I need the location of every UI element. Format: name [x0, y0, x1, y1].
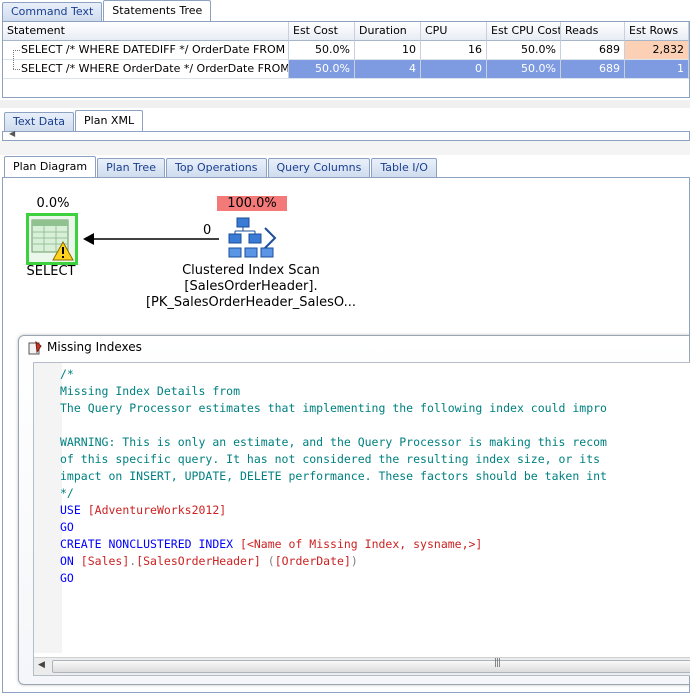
scroll-left-icon[interactable]: ◀	[38, 660, 45, 670]
reads-cell: 689	[561, 60, 625, 79]
est-cpu-cost-cell: 50.0%	[487, 41, 561, 60]
top-tabstrip: Command Text Statements Tree	[2, 0, 212, 21]
est-cpu-cost-cell: 50.0%	[487, 60, 561, 79]
statement-cell: SELECT /* WHERE DATEDIFF */ OrderDate FR…	[3, 41, 289, 60]
scroll-left-icon[interactable]: ◀	[9, 129, 15, 138]
arrow-row-count: 0	[203, 223, 212, 238]
column-header-statement[interactable]: Statement	[3, 22, 289, 41]
code-comment: */	[60, 486, 74, 500]
reads-cell: 689	[561, 41, 625, 60]
statement-cell: SELECT /* WHERE OrderDate */ OrderDate F…	[3, 60, 289, 79]
duration-cell: 4	[355, 60, 421, 79]
table-row-selected[interactable]: SELECT /* WHERE OrderDate */ OrderDate F…	[3, 60, 689, 79]
code-comment: WARNING: This is only an estimate, and t…	[60, 435, 607, 449]
code-keyword: GO	[60, 571, 74, 585]
tab-command-text[interactable]: Command Text	[2, 2, 103, 21]
scan-operator-label: Clustered Index Scan	[182, 263, 320, 278]
scan-cost-percent: 100.0%	[217, 196, 287, 211]
column-header-est-cost[interactable]: Est Cost	[289, 22, 355, 41]
tab-plan-xml[interactable]: Plan XML	[75, 110, 144, 131]
cpu-cell: 0	[421, 60, 487, 79]
code-identifier: [SalesOrderHeader]	[136, 554, 261, 568]
est-rows-cell: 2,832	[625, 41, 689, 60]
grid-header-row: Statement Est Cost Duration CPU Est CPU …	[3, 22, 689, 41]
plan-xml-pane: ◀	[2, 129, 690, 141]
code-identifier: [Sales]	[80, 554, 130, 568]
missing-index-icon	[28, 340, 42, 355]
tree-connector	[7, 41, 21, 59]
tab-statements-tree[interactable]: Statements Tree	[103, 0, 212, 21]
code-comment: of this specific query. It has not consi…	[60, 452, 601, 466]
column-header-reads[interactable]: Reads	[561, 22, 625, 41]
select-cost-percent: 0.0%	[36, 196, 70, 211]
code-keyword: CREATE NONCLUSTERED INDEX	[60, 537, 234, 551]
code-keyword: USE	[60, 503, 81, 517]
missing-indexes-window: Missing Indexes /* Missing Index Details…	[18, 335, 690, 685]
code-comment: /*	[60, 367, 74, 381]
tab-plan-diagram[interactable]: Plan Diagram	[4, 156, 97, 177]
missing-index-script[interactable]: /* Missing Index Details from The Query …	[60, 366, 607, 587]
code-comment: impact on INSERT, UPDATE, DELETE perform…	[60, 469, 607, 483]
select-operator-icon[interactable]	[26, 213, 78, 265]
statements-grid: Statement Est Cost Duration CPU Est CPU …	[2, 21, 690, 98]
code-comment: The Query Processor estimates that imple…	[60, 401, 607, 415]
statement-text: SELECT /* WHERE OrderDate */ OrderDate F…	[21, 62, 289, 75]
scan-operator-index: [PK_SalesOrderHeader_SalesO...	[145, 295, 357, 310]
tab-plan-tree[interactable]: Plan Tree	[97, 158, 165, 177]
code-keyword: GO	[60, 520, 74, 534]
data-flow-arrow	[83, 233, 219, 245]
est-cost-cell: 50.0%	[289, 60, 355, 79]
mid-tabstrip: Text Data Plan XML	[4, 110, 144, 131]
tab-table-io[interactable]: Table I/O	[371, 158, 437, 177]
tab-top-operations[interactable]: Top Operations	[165, 158, 267, 177]
select-operator-label: SELECT	[26, 264, 76, 279]
tree-connector	[7, 60, 21, 78]
column-header-duration[interactable]: Duration	[355, 22, 421, 41]
code-punctuation: (	[267, 554, 275, 568]
code-identifier: [OrderDate]	[274, 554, 351, 568]
code-comment: Missing Index Details from	[60, 384, 241, 398]
scan-operator-table: [SalesOrderHeader].	[184, 279, 318, 294]
code-keyword: ON	[60, 554, 74, 568]
column-header-cpu[interactable]: CPU	[421, 22, 487, 41]
missing-indexes-title: Missing Indexes	[47, 340, 142, 354]
scrollbar-thumb[interactable]	[52, 660, 690, 673]
cpu-cell: 16	[421, 41, 487, 60]
table-row[interactable]: SELECT /* WHERE DATEDIFF */ OrderDate FR…	[3, 41, 689, 60]
splitter[interactable]	[0, 100, 690, 108]
code-identifier: [<Name of Missing Index, sysname,>]	[240, 537, 483, 551]
plan-tabstrip: Plan Diagram Plan Tree Top Operations Qu…	[4, 156, 438, 177]
column-header-est-cpu-cost[interactable]: Est CPU Cost	[487, 22, 561, 41]
horizontal-scrollbar[interactable]: ◀ |||	[34, 657, 690, 675]
code-punctuation: )	[350, 554, 358, 568]
column-header-est-rows[interactable]: Est Rows	[625, 22, 689, 41]
code-identifier: [AdventureWorks2012]	[87, 503, 227, 517]
editor-gutter	[34, 363, 62, 653]
scrollbar-grip-icon: |||	[494, 658, 501, 668]
clustered-index-scan-icon[interactable]	[227, 216, 277, 260]
est-cost-cell: 50.0%	[289, 41, 355, 60]
tab-query-columns[interactable]: Query Columns	[267, 158, 371, 177]
duration-cell: 10	[355, 41, 421, 60]
missing-index-script-editor[interactable]: /* Missing Index Details from The Query …	[33, 362, 690, 676]
statement-text: SELECT /* WHERE DATEDIFF */ OrderDate FR…	[21, 43, 289, 56]
est-rows-cell: 1	[625, 60, 689, 79]
pane-gap	[0, 141, 690, 155]
